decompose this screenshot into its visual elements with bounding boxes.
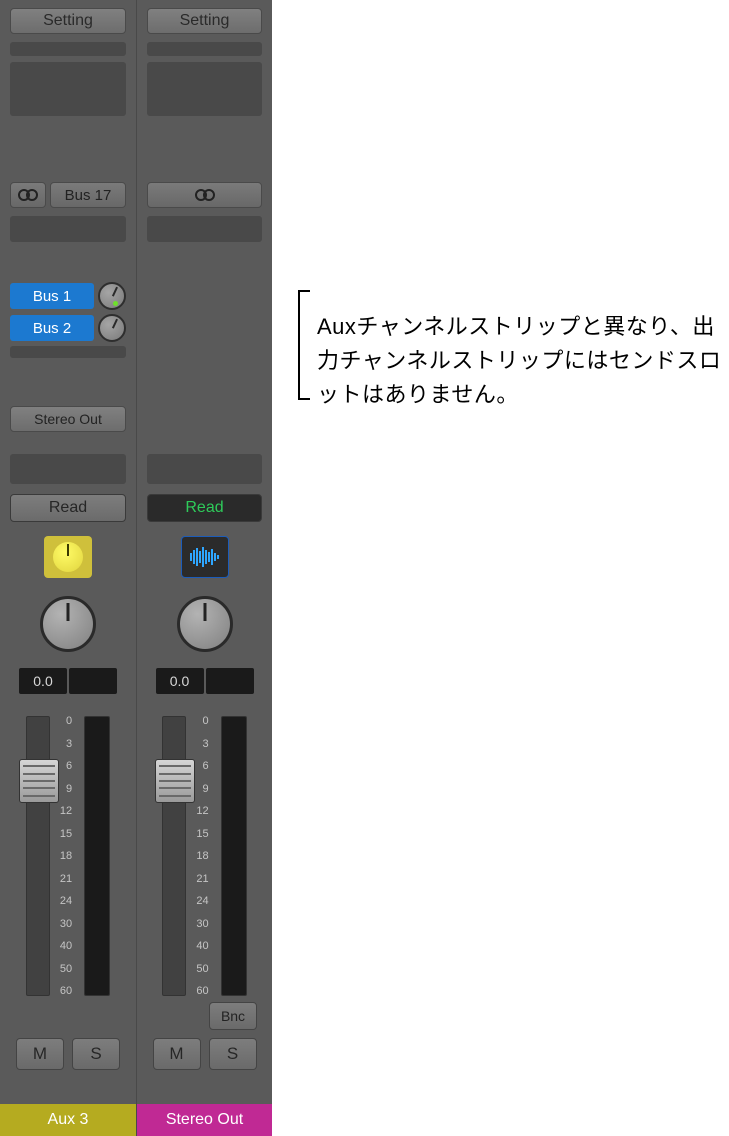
send-row: Bus 2: [10, 314, 126, 342]
fader-area: 0369121518212430405060: [147, 716, 262, 996]
mute-button[interactable]: M: [16, 1038, 64, 1070]
annotation-bracket: [298, 290, 312, 400]
track-icon[interactable]: [181, 536, 229, 578]
pan-knob[interactable]: [40, 596, 96, 652]
annotation-text: Auxチャンネルストリップと異なり、出力チャンネルストリップにはセンドスロットは…: [317, 310, 729, 412]
solo-button[interactable]: S: [209, 1038, 257, 1070]
audio-fx-slot[interactable]: [10, 216, 126, 242]
setting-button[interactable]: Setting: [147, 8, 262, 34]
fader-area: 0369121518212430405060: [10, 716, 126, 996]
automation-button[interactable]: Read: [10, 494, 126, 522]
volume-display[interactable]: 0.0: [156, 668, 204, 694]
automation-button[interactable]: Read: [147, 494, 262, 522]
channel-strip-aux: Setting Bus 17 Bus 1 Bus 2 Stereo Out Re…: [0, 0, 136, 1136]
eq-slot[interactable]: [10, 62, 126, 116]
send-row: Bus 1: [10, 282, 126, 310]
input-label[interactable]: Bus 17: [50, 182, 126, 208]
send-knob[interactable]: [98, 282, 126, 310]
stereo-icon[interactable]: [147, 182, 262, 208]
group-slot[interactable]: [147, 454, 262, 484]
gain-slot[interactable]: [10, 42, 126, 56]
mute-button[interactable]: M: [153, 1038, 201, 1070]
track-icon[interactable]: [44, 536, 92, 578]
fader-track[interactable]: [162, 716, 186, 996]
fader-scale: 0369121518212430405060: [60, 716, 74, 996]
eq-slot[interactable]: [147, 62, 262, 116]
send-label[interactable]: Bus 1: [10, 283, 94, 309]
readout-row: 0.0: [147, 668, 262, 694]
output-button[interactable]: Stereo Out: [10, 406, 126, 432]
group-slot[interactable]: [10, 454, 126, 484]
bounce-button[interactable]: Bnc: [209, 1002, 257, 1030]
audio-fx-slot[interactable]: [147, 216, 262, 242]
aux-icon: [53, 542, 83, 572]
channel-strip-output: Setting Read 0.0 03: [136, 0, 272, 1136]
fader-cap[interactable]: [155, 759, 195, 803]
channel-name[interactable]: Stereo Out: [137, 1104, 272, 1136]
channel-name[interactable]: Aux 3: [0, 1104, 136, 1136]
fader-cap[interactable]: [19, 759, 59, 803]
sends-area-empty: [147, 282, 262, 402]
input-row: [147, 182, 262, 208]
fader-track[interactable]: [26, 716, 50, 996]
send-knob[interactable]: [98, 314, 126, 342]
send-slot-empty[interactable]: [10, 346, 126, 358]
mute-solo-row: M S: [10, 1038, 126, 1070]
volume-display[interactable]: 0.0: [19, 668, 67, 694]
readout-row: 0.0: [10, 668, 126, 694]
send-label[interactable]: Bus 2: [10, 315, 94, 341]
mute-solo-row: M S: [147, 1038, 262, 1070]
peak-display[interactable]: [206, 668, 254, 694]
peak-display[interactable]: [69, 668, 117, 694]
setting-button[interactable]: Setting: [10, 8, 126, 34]
fader-scale: 0369121518212430405060: [196, 716, 210, 996]
solo-button[interactable]: S: [72, 1038, 120, 1070]
pan-knob[interactable]: [177, 596, 233, 652]
level-meter: [84, 716, 110, 996]
waveform-icon: [188, 546, 222, 568]
gain-slot[interactable]: [147, 42, 262, 56]
level-meter: [221, 716, 247, 996]
output-slot-empty: [147, 402, 262, 432]
sends-area: Bus 1 Bus 2: [10, 282, 126, 402]
input-row: Bus 17: [10, 182, 126, 208]
stereo-icon[interactable]: [10, 182, 46, 208]
